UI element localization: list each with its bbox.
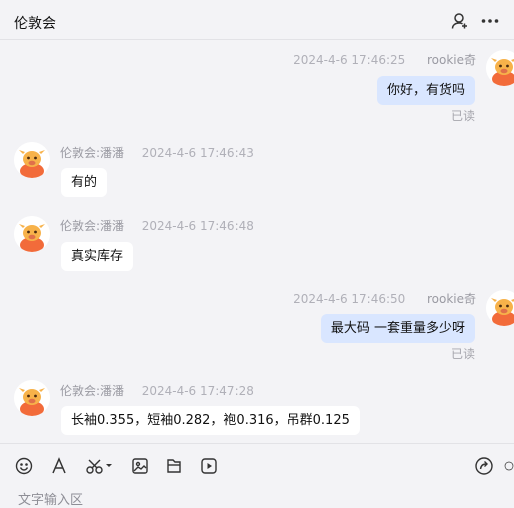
message-bubble[interactable]: 有的 [61, 168, 108, 197]
message-time: 2024-4-6 17:46:43 [141, 146, 254, 160]
message-meta: 2024-4-6 17:46:25 rookie奇 [293, 51, 476, 68]
message-time: 2024-4-6 17:46:48 [141, 219, 254, 233]
avatar[interactable] [14, 142, 50, 178]
font-icon[interactable] [49, 456, 69, 476]
message-meta: 伦敦会:潘潘 2024-4-6 17:46:43 [60, 144, 254, 161]
message-bubble[interactable]: 你好，有货吗 [376, 76, 475, 105]
image-icon[interactable] [130, 456, 150, 476]
chat-title: 伦敦会 [14, 16, 56, 32]
avatar[interactable] [486, 50, 514, 86]
message-sender: 伦敦会:潘潘 [60, 146, 125, 160]
message-sender: 伦敦会:潘潘 [60, 384, 125, 398]
message-list[interactable]: 2024-4-6 17:46:25 rookie奇 你好，有货吗 已读 伦敦会:… [0, 40, 514, 442]
message-sender: 伦敦会:潘潘 [60, 219, 125, 233]
scissors-icon[interactable] [84, 456, 114, 476]
message-meta: 伦敦会:潘潘 2024-4-6 17:46:48 [60, 217, 254, 234]
read-status: 已读 [450, 347, 475, 361]
avatar[interactable] [486, 290, 514, 326]
message-sender: rookie奇 [426, 53, 476, 67]
message-time: 2024-4-6 17:46:50 [293, 292, 406, 306]
message-bubble[interactable]: 真实库存 [61, 242, 134, 271]
avatar[interactable] [14, 216, 50, 252]
more-tools-icon[interactable] [504, 456, 514, 476]
more-icon[interactable] [480, 11, 500, 31]
message-time: 2024-4-6 17:47:28 [141, 384, 254, 398]
avatar[interactable] [14, 380, 50, 416]
message-time: 2024-4-6 17:46:25 [293, 53, 406, 67]
message-bubble[interactable]: 长袖0.355，短袖0.282，袍0.316，吊群0.125 [61, 406, 360, 435]
emoji-icon[interactable] [14, 456, 34, 476]
message-input[interactable]: 文字输入区 [18, 489, 83, 508]
chat-header: 伦敦会 [0, 0, 514, 40]
read-status: 已读 [450, 109, 475, 123]
video-icon[interactable] [199, 456, 219, 476]
message-bubble[interactable]: 最大码 一套重量多少呀 [320, 314, 475, 343]
file-icon[interactable] [164, 456, 184, 476]
message-meta: 伦敦会:潘潘 2024-4-6 17:47:28 [60, 382, 254, 399]
add-member-icon[interactable] [450, 11, 470, 31]
message-sender: rookie奇 [426, 292, 476, 306]
input-toolbar [0, 443, 514, 485]
share-icon[interactable] [474, 456, 494, 476]
message-meta: 2024-4-6 17:46:50 rookie奇 [293, 290, 476, 307]
